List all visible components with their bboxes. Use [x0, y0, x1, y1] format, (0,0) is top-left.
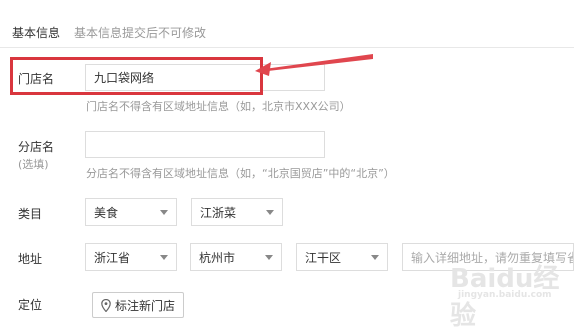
- province-value: 浙江省: [94, 250, 131, 265]
- category-secondary-value: 江浙菜: [200, 205, 237, 220]
- branch-name-input[interactable]: [85, 131, 325, 158]
- district-select[interactable]: 江干区: [296, 243, 388, 271]
- district-value: 江干区: [305, 250, 342, 265]
- section-note: 基本信息提交后不可修改: [74, 26, 207, 40]
- watermark-url: jingyan.baidu.com: [458, 290, 552, 300]
- branch-name-label: 分店名: [18, 140, 55, 154]
- address-label: 地址: [18, 252, 43, 266]
- chevron-down-icon: [160, 254, 168, 260]
- chevron-down-icon: [371, 254, 379, 260]
- mark-new-store-label: 标注新门店: [115, 298, 176, 313]
- map-pin-icon: [101, 298, 111, 312]
- divider: [0, 47, 574, 48]
- category-label: 类目: [18, 207, 43, 221]
- highlight-box: [10, 57, 263, 95]
- location-label: 定位: [18, 298, 43, 312]
- city-select[interactable]: 杭州市: [190, 243, 282, 271]
- city-value: 杭州市: [199, 250, 236, 265]
- province-select[interactable]: 浙江省: [85, 243, 177, 271]
- branch-name-hint: 分店名不得含有区域地址信息（如，“北京国贸店”中的“北京”）: [86, 167, 395, 180]
- chevron-down-icon: [160, 209, 168, 215]
- annotation-arrow: [255, 54, 373, 76]
- store-name-hint: 门店名不得含有区域地址信息（如，北京市XXX公司）: [86, 100, 351, 113]
- chevron-down-icon: [266, 209, 274, 215]
- mark-new-store-button[interactable]: 标注新门店: [92, 292, 185, 318]
- chevron-down-icon: [265, 254, 273, 260]
- category-primary-value: 美食: [94, 205, 119, 220]
- branch-name-optional: (选填): [18, 158, 49, 171]
- section-title: 基本信息: [12, 26, 61, 40]
- category-secondary-select[interactable]: 江浙菜: [191, 198, 283, 226]
- category-primary-select[interactable]: 美食: [85, 198, 177, 226]
